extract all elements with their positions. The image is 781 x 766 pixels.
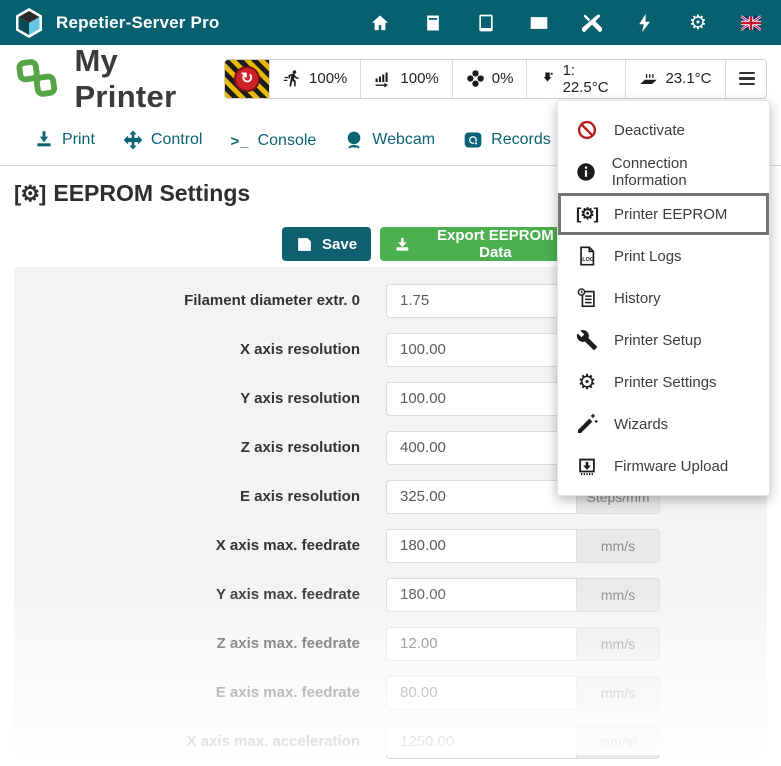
menu-item-print-logs[interactable]: LOG Print Logs xyxy=(558,235,769,277)
field-label: Filament diameter extr. 0 xyxy=(14,292,362,309)
field-label: Z axis resolution xyxy=(14,439,362,456)
printer-dropdown-menu: Deactivate Connection Information [⚙] Pr… xyxy=(557,100,770,496)
console-prompt-icon: >_ xyxy=(230,133,249,150)
print-tab-icon xyxy=(34,130,54,150)
printer-name: My Printer xyxy=(74,43,224,115)
field-unit: mm/s xyxy=(576,529,660,563)
printer-status-toolbar: ↻ 100% 100% 0% 1: 22.5°C 23.1°C xyxy=(224,59,767,99)
field-input[interactable] xyxy=(386,480,576,514)
devices-icon[interactable] xyxy=(476,13,496,33)
printer-menu-button[interactable] xyxy=(725,60,768,98)
emergency-stop-icon: ↻ xyxy=(234,66,260,92)
tab-print[interactable]: Print xyxy=(20,117,109,165)
eeprom-row: Z axis max. feedrate mm/s xyxy=(14,619,767,668)
field-input[interactable] xyxy=(386,676,576,710)
maintenance-tools-icon[interactable] xyxy=(582,13,602,33)
control-arrows-icon xyxy=(123,130,143,150)
field-input[interactable] xyxy=(386,529,576,563)
menu-item-deactivate[interactable]: Deactivate xyxy=(558,109,769,151)
language-flag-icon[interactable] xyxy=(741,13,761,33)
eeprom-row: X axis max. feedrate mm/s xyxy=(14,521,767,570)
field-input[interactable] xyxy=(386,382,576,416)
webcam-icon xyxy=(344,130,364,150)
tab-control[interactable]: Control xyxy=(109,117,217,165)
extruder-icon xyxy=(540,69,555,88)
app-title: Repetier-Server Pro xyxy=(56,13,219,33)
print-queue-icon[interactable] xyxy=(423,13,443,33)
deactivate-prohibition-icon xyxy=(576,119,598,141)
field-input[interactable] xyxy=(386,578,576,612)
field-label: E axis max. feedrate xyxy=(14,684,362,701)
field-label: X axis max. feedrate xyxy=(14,537,362,554)
repetier-logo-icon xyxy=(14,7,44,39)
field-label: Z axis max. feedrate xyxy=(14,635,362,652)
field-unit: mm/s xyxy=(576,676,660,710)
firmware-upload-icon xyxy=(576,455,598,477)
flow-value: 100% xyxy=(400,70,438,87)
field-input[interactable] xyxy=(386,333,576,367)
info-icon xyxy=(575,161,597,183)
fan-speed-button[interactable]: 0% xyxy=(452,60,527,98)
bed-temp-value: 23.1°C xyxy=(665,70,711,87)
download-icon xyxy=(394,236,411,253)
field-label: X axis max. acceleration xyxy=(14,733,362,750)
field-label: Y axis max. feedrate xyxy=(14,586,362,603)
menu-item-firmware-upload[interactable]: Firmware Upload xyxy=(558,445,769,487)
field-input[interactable] xyxy=(386,284,576,318)
eeprom-row: Y axis max. feedrate mm/s xyxy=(14,570,767,619)
flow-bars-icon xyxy=(374,69,393,88)
tab-console[interactable]: >_ Console xyxy=(216,119,330,165)
field-input[interactable] xyxy=(386,627,576,661)
wrench-icon xyxy=(576,329,598,351)
save-button[interactable]: Save xyxy=(282,227,371,261)
menu-item-printer-setup[interactable]: Printer Setup xyxy=(558,319,769,361)
top-navigation-bar: Repetier-Server Pro ⚙ xyxy=(0,0,781,45)
field-label: E axis resolution xyxy=(14,488,362,505)
fan-value: 0% xyxy=(492,70,514,87)
save-floppy-icon xyxy=(296,236,313,253)
hamburger-menu-icon xyxy=(739,77,755,79)
field-unit: mm/s² xyxy=(576,725,660,759)
eeprom-chip-icon: [⚙] xyxy=(576,204,598,224)
connection-chain-icon xyxy=(14,58,60,100)
menu-item-history[interactable]: History xyxy=(558,277,769,319)
magic-wand-icon xyxy=(576,413,598,435)
records-icon xyxy=(463,130,483,150)
field-label: X axis resolution xyxy=(14,341,362,358)
fan-icon xyxy=(466,69,485,88)
field-unit: mm/s xyxy=(576,627,660,661)
field-input[interactable] xyxy=(386,431,576,465)
messages-icon[interactable] xyxy=(529,13,549,33)
home-icon[interactable] xyxy=(370,13,390,33)
field-unit: mm/s xyxy=(576,578,660,612)
bed-temperature-button[interactable]: 23.1°C xyxy=(625,60,724,98)
field-label: Y axis resolution xyxy=(14,390,362,407)
eeprom-row: E axis max. feedrate mm/s xyxy=(14,668,767,717)
power-icon[interactable] xyxy=(635,13,655,33)
settings-gear-icon: ⚙ xyxy=(578,372,597,393)
tab-webcam[interactable]: Webcam xyxy=(330,117,449,165)
flow-multiplier-button[interactable]: 100% xyxy=(360,60,451,98)
eeprom-row: X axis max. acceleration mm/s² xyxy=(14,717,767,766)
speed-value: 100% xyxy=(309,70,347,87)
heated-bed-icon xyxy=(639,69,658,88)
svg-text:LOG: LOG xyxy=(582,257,594,263)
speed-runner-icon xyxy=(283,69,302,88)
history-icon xyxy=(576,287,598,309)
menu-item-wizards[interactable]: Wizards xyxy=(558,403,769,445)
eeprom-chip-icon: [⚙] xyxy=(14,181,45,207)
speed-multiplier-button[interactable]: 100% xyxy=(269,60,360,98)
global-settings-gear-icon[interactable]: ⚙ xyxy=(688,13,708,33)
menu-item-printer-eeprom[interactable]: [⚙] Printer EEPROM xyxy=(558,193,769,235)
export-eeprom-button[interactable]: Export EEPROM Data xyxy=(380,227,585,261)
menu-item-printer-settings[interactable]: ⚙ Printer Settings xyxy=(558,361,769,403)
emergency-stop-button[interactable]: ↻ xyxy=(225,60,269,98)
extruder-temp-value: 1: 22.5°C xyxy=(563,62,613,96)
field-input[interactable] xyxy=(386,725,576,759)
menu-item-connection-information[interactable]: Connection Information xyxy=(558,151,769,193)
extruder-temperature-button[interactable]: 1: 22.5°C xyxy=(526,60,625,98)
print-logs-icon: LOG xyxy=(576,245,598,267)
tab-records[interactable]: Records xyxy=(449,117,565,165)
